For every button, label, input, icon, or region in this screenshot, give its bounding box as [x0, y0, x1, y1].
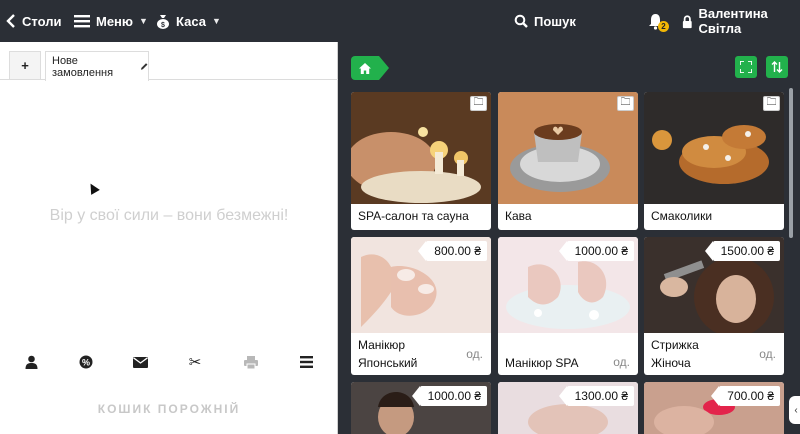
- cashbox-label: Каса: [176, 13, 206, 29]
- search-icon: [514, 14, 528, 28]
- discount-button[interactable]: %: [74, 351, 98, 373]
- notifications-badge: 2: [658, 21, 669, 32]
- product-card-manicure-spa[interactable]: 1000.00 ₴ Манікюр SPA од.: [498, 237, 638, 375]
- order-panel: + Нове замовлення Вір у свої сили – вони…: [0, 42, 338, 434]
- user-icon: [25, 355, 37, 369]
- product-title-line1: Стрижка: [651, 338, 699, 352]
- menu-label: Меню: [96, 13, 134, 29]
- printer-icon: [244, 355, 258, 369]
- order-actions: % ✂: [0, 351, 338, 373]
- user-account-button[interactable]: Валентина Світла: [682, 0, 800, 42]
- scissors-icon: ✂: [188, 354, 202, 371]
- chevron-left-icon: ‹: [794, 404, 798, 416]
- search-label: Пошук: [534, 13, 576, 29]
- chevron-down-icon: ▼: [139, 16, 148, 26]
- collapse-side-tab[interactable]: ‹: [789, 396, 800, 424]
- folder-icon: 🗀: [470, 96, 487, 111]
- chevron-down-icon: ▼: [211, 16, 221, 26]
- motto-text: Вір у свої сили – вони безмежні!: [49, 207, 289, 224]
- home-icon: [359, 62, 371, 74]
- category-title: Смаколики: [651, 209, 713, 223]
- empty-cart-label: КОШИК ПОРОЖНІЙ: [97, 402, 241, 416]
- notifications-button[interactable]: 2: [648, 0, 669, 42]
- fullscreen-button[interactable]: [735, 56, 757, 78]
- expand-icon: [740, 61, 752, 73]
- category-card-spa[interactable]: 🗀 SPA-салон та сауна: [351, 92, 491, 230]
- chevron-left-icon: [6, 14, 15, 28]
- message-button[interactable]: [128, 351, 152, 373]
- tab-new-order-label: Нове замовлення: [52, 54, 114, 79]
- folder-icon: 🗀: [617, 96, 634, 111]
- customer-button[interactable]: [19, 351, 43, 373]
- product-title-line2: Жіноча: [651, 356, 691, 370]
- category-card-coffee[interactable]: 🗀 Кава: [498, 92, 638, 230]
- product-card[interactable]: 1000.00 ₴: [351, 382, 491, 434]
- sort-button[interactable]: [766, 56, 788, 78]
- more-actions-button[interactable]: [294, 351, 318, 373]
- price-tag: 1500.00 ₴: [704, 241, 780, 261]
- catalog-scrollbar[interactable]: [789, 88, 793, 238]
- product-unit: од.: [759, 347, 776, 361]
- top-bar: Столи Меню ▼ $ Каса ▼ Пошук 2 Валентина …: [0, 0, 800, 42]
- tables-back-label: Столи: [22, 13, 62, 29]
- print-button[interactable]: [239, 351, 263, 373]
- tables-back-button[interactable]: Столи: [6, 0, 61, 42]
- order-tabs: + Нове замовлення: [0, 42, 338, 81]
- price-tag: 700.00 ₴: [711, 386, 780, 406]
- home-breadcrumb-button[interactable]: [351, 56, 389, 80]
- hamburger-icon: [74, 15, 90, 28]
- search-button[interactable]: Пошук: [514, 0, 576, 42]
- folder-icon: 🗀: [763, 96, 780, 111]
- split-order-button[interactable]: ✂: [183, 351, 207, 373]
- product-unit: од.: [466, 347, 483, 361]
- product-card-haircut-female[interactable]: 1500.00 ₴ Стрижка Жіноча од.: [644, 237, 784, 375]
- pencil-icon[interactable]: [140, 62, 148, 71]
- percent-icon: %: [79, 355, 93, 369]
- envelope-icon: [132, 356, 148, 368]
- product-title-line1: Манікюр: [358, 338, 406, 352]
- category-title: SPA-салон та сауна: [358, 209, 469, 223]
- product-card[interactable]: 700.00 ₴: [644, 382, 784, 434]
- sort-arrows-icon: [771, 61, 783, 73]
- money-bag-icon: $: [157, 14, 169, 29]
- catalog-panel: 🗀 SPA-салон та сауна 🗀 Кава 🗀 Смаколики: [339, 42, 800, 434]
- add-order-tab[interactable]: +: [9, 51, 41, 79]
- price-tag: 1300.00 ₴: [558, 386, 634, 406]
- category-card-sweets[interactable]: 🗀 Смаколики: [644, 92, 784, 230]
- cashbox-button[interactable]: $ Каса ▼: [156, 0, 221, 42]
- product-unit: од.: [613, 355, 630, 369]
- product-card-manicure-japanese[interactable]: 800.00 ₴ Манікюр Японський од.: [351, 237, 491, 375]
- menu-lines-icon: [299, 356, 313, 368]
- user-name: Валентина Світла: [698, 6, 768, 36]
- menu-button[interactable]: Меню ▼: [74, 0, 148, 42]
- price-tag: 800.00 ₴: [418, 241, 487, 261]
- product-title-line2: Японський: [358, 356, 418, 370]
- mouse-cursor: [86, 181, 100, 195]
- svg-text:$: $: [161, 22, 165, 29]
- price-tag: 1000.00 ₴: [558, 241, 634, 261]
- tab-new-order[interactable]: Нове замовлення: [45, 51, 149, 81]
- product-title-line1: Манікюр SPA: [505, 356, 579, 370]
- lock-icon: [682, 14, 692, 28]
- svg-text:%: %: [82, 357, 90, 367]
- price-tag: 1000.00 ₴: [411, 386, 487, 406]
- category-title: Кава: [505, 209, 532, 223]
- product-card[interactable]: 1300.00 ₴: [498, 382, 638, 434]
